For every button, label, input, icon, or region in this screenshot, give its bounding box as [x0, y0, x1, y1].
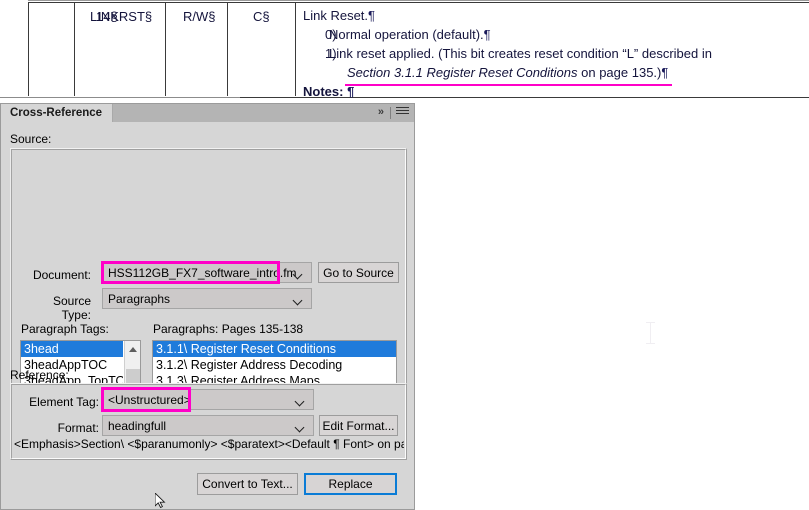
text-cursor-ibeam: [646, 322, 655, 344]
chevron-down-icon[interactable]: [285, 289, 311, 308]
format-definition-string: <Emphasis>Section\ <$paranumonly> <$para…: [14, 437, 404, 451]
table-cell-access: R/W§: [183, 9, 216, 24]
source-group-label: Source:: [10, 132, 52, 146]
format-combobox-value: headingfull: [108, 418, 167, 433]
dialog-titlebar[interactable]: Cross-Reference »: [1, 104, 414, 122]
description-line: 1) Link reset applied. (This bit creates …: [325, 46, 712, 61]
source-type-value: Paragraphs: [108, 291, 171, 306]
format-label: Format:: [57, 421, 99, 435]
chevron-down-icon[interactable]: [285, 263, 311, 282]
chevron-down-icon[interactable]: [287, 390, 313, 409]
table-column-divider: [28, 2, 29, 96]
table-column-divider: [74, 2, 75, 96]
pilcrow-mark: ¶: [368, 8, 376, 23]
tab-cross-reference[interactable]: Cross-Reference: [1, 104, 114, 122]
table-bottom-rule: [0, 97, 240, 98]
cross-reference-text: Section 3.1.1 Register Reset Conditions: [347, 65, 578, 80]
cross-reference-underline: [345, 84, 672, 86]
element-tag-label: Element Tag:: [29, 395, 99, 409]
cross-reference-dialog[interactable]: Cross-Reference » Source: Document: HSS1…: [0, 103, 415, 510]
pilcrow-mark: ¶: [483, 27, 491, 42]
table-cell-description: Link Reset.¶ 0) Normal operation (default…: [303, 6, 803, 101]
list-item[interactable]: 3head: [21, 341, 123, 357]
expand-chevron-icon[interactable]: »: [378, 104, 384, 122]
go-to-source-button[interactable]: Go to Source: [318, 262, 399, 283]
replace-button[interactable]: Replace: [304, 473, 397, 495]
hamburger-menu-icon[interactable]: [396, 107, 409, 119]
pilcrow-mark: ¶: [661, 65, 669, 80]
table-column-divider: [227, 2, 228, 96]
paragraph-tags-label: Paragraph Tags:: [21, 322, 109, 336]
table-column-divider: [295, 2, 296, 96]
table-top-rule: [28, 0, 809, 1]
table-column-divider: [165, 2, 166, 96]
description-line: Link Reset.¶: [303, 8, 376, 23]
paragraphs-label: Paragraphs: Pages 135-138: [153, 322, 304, 336]
document-field-label: Document:: [32, 268, 91, 282]
document-combobox[interactable]: HSS112GB_FX7_software_intro.fm: [102, 262, 312, 283]
source-type-combobox[interactable]: Paragraphs: [102, 288, 312, 309]
description-line: 0) Normal operation (default).¶: [325, 27, 491, 42]
table-cell-field-name: LINKRST§: [90, 9, 153, 24]
description-line-xref: Section 3.1.1 Register Reset Conditions …: [347, 65, 669, 80]
convert-to-text-button[interactable]: Convert to Text...: [197, 473, 298, 495]
document-combobox-value: HSS112GB_FX7_software_intro.fm: [108, 265, 297, 280]
table-cell-reset: C§: [253, 9, 270, 24]
list-number: 0): [325, 27, 337, 42]
list-item[interactable]: 3.1.1\ Register Reset Conditions: [153, 341, 396, 357]
titlebar-drag-area[interactable]: [95, 104, 414, 122]
format-combobox[interactable]: headingfull: [102, 415, 314, 436]
source-type-label: Source Type:: [52, 294, 91, 322]
mouse-pointer-icon: [155, 493, 166, 509]
edit-format-button[interactable]: Edit Format...: [319, 415, 398, 436]
list-number: 1): [325, 46, 337, 61]
chevron-down-icon[interactable]: [287, 416, 313, 435]
reference-group-label: Reference:: [10, 368, 69, 382]
element-tag-value: <Unstructured>: [108, 392, 191, 407]
titlebar-separator: [390, 107, 391, 119]
pilcrow-mark: ¶: [347, 84, 355, 99]
list-item[interactable]: 3.1.2\ Register Address Decoding: [153, 357, 396, 373]
scroll-up-arrow-icon[interactable]: [125, 341, 140, 357]
element-tag-combobox[interactable]: <Unstructured>: [102, 389, 314, 410]
